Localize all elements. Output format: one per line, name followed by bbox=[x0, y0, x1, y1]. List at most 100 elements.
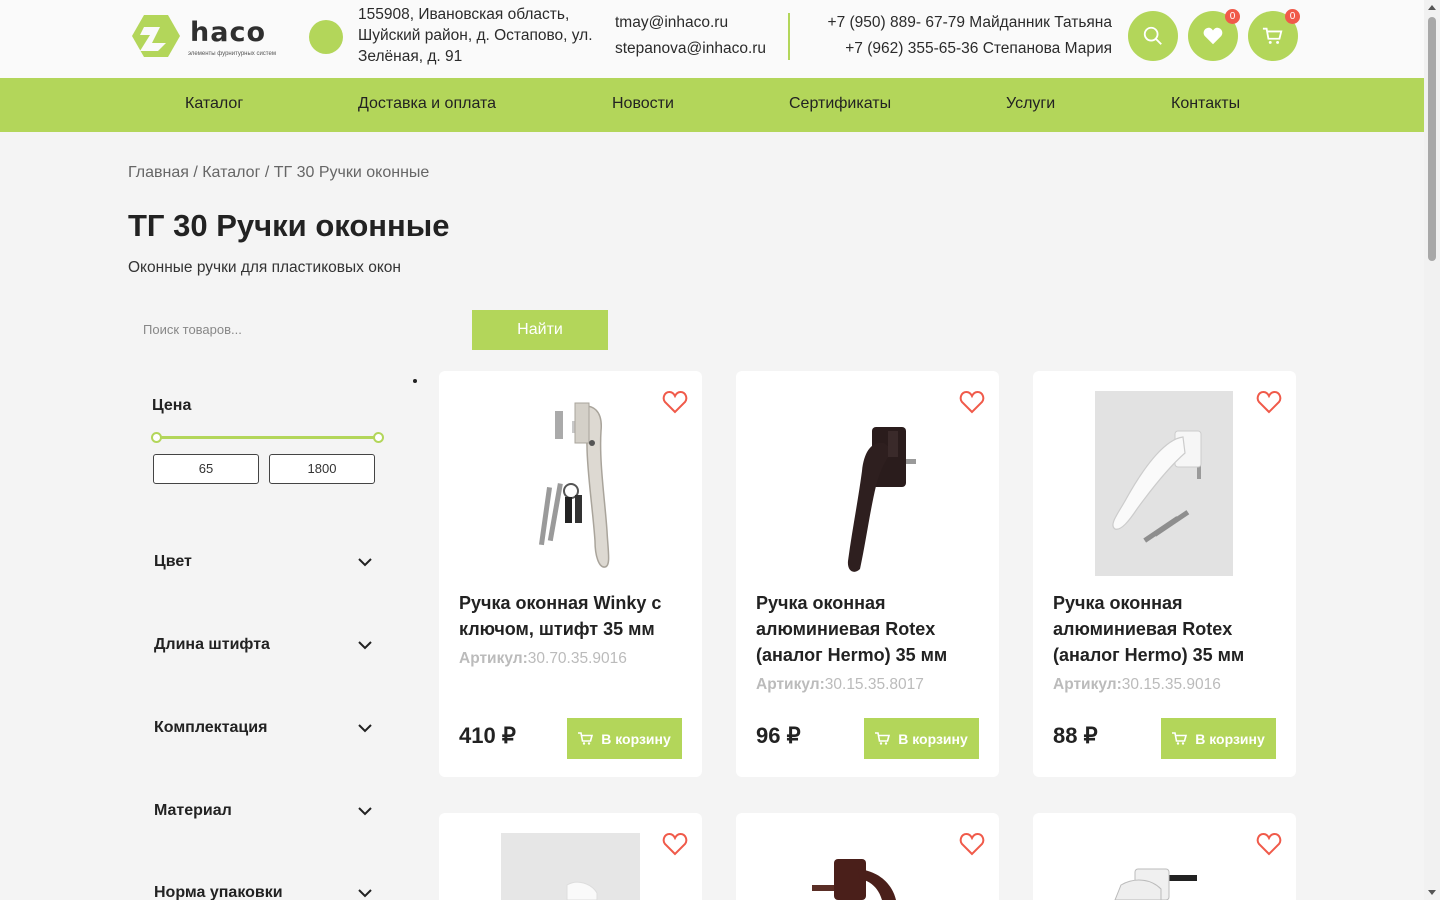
sku-label: Артикул: bbox=[1053, 676, 1122, 693]
add-to-cart-button[interactable]: В корзину bbox=[1161, 718, 1276, 759]
phones: +7 (950) 889- 67-79 Майданник Татьяна +7… bbox=[828, 10, 1112, 62]
product-card[interactable] bbox=[439, 813, 702, 900]
product-image[interactable] bbox=[501, 833, 640, 900]
chevron-down-icon bbox=[358, 724, 372, 733]
cart-icon bbox=[1172, 732, 1188, 745]
site-header: haco элементы фурнитурных систем 155908,… bbox=[0, 0, 1424, 78]
product-title[interactable]: Ручка оконная алюминиевая Rotex (аналог … bbox=[756, 590, 981, 668]
sku-label: Артикул: bbox=[459, 650, 528, 667]
favorite-heart-icon[interactable] bbox=[1256, 832, 1282, 856]
chevron-down-icon bbox=[358, 889, 372, 898]
price-slider-track[interactable] bbox=[156, 436, 378, 439]
logo-tagline: элементы фурнитурных систем bbox=[188, 51, 276, 57]
email-link[interactable]: tmay@inhaco.ru bbox=[615, 10, 766, 36]
logo-text: haco bbox=[190, 17, 266, 48]
favorite-heart-icon[interactable] bbox=[662, 832, 688, 856]
cart-count-badge: 0 bbox=[1285, 9, 1300, 24]
list-bullet bbox=[413, 379, 417, 383]
scrollbar-thumb[interactable] bbox=[1428, 17, 1436, 261]
favorite-heart-icon[interactable] bbox=[1256, 390, 1282, 414]
filter-label: Комплектация bbox=[154, 719, 268, 736]
product-image[interactable] bbox=[776, 391, 959, 576]
filter-label: Норма упаковки bbox=[154, 884, 283, 900]
favorite-heart-icon[interactable] bbox=[959, 390, 985, 414]
favorites-count-badge: 0 bbox=[1225, 9, 1240, 24]
cart-button[interactable]: 0 bbox=[1248, 9, 1300, 61]
phone-link[interactable]: +7 (950) 889- 67-79 Майданник Татьяна bbox=[828, 10, 1112, 36]
nav-item-news[interactable]: Новости bbox=[612, 95, 674, 113]
page-title: ТГ 30 Ручки оконные bbox=[128, 208, 450, 243]
search-submit-button[interactable]: Найти bbox=[472, 310, 608, 350]
phone-link[interactable]: +7 (962) 355-65-36 Степанова Мария bbox=[828, 36, 1112, 62]
nav-item-contacts[interactable]: Контакты bbox=[1171, 95, 1240, 113]
product-title[interactable]: Ручка оконная Winky с ключом, штифт 35 м… bbox=[459, 590, 684, 642]
price-slider-min-handle[interactable] bbox=[151, 432, 162, 443]
price-slider-max-handle[interactable] bbox=[373, 432, 384, 443]
cart-icon bbox=[578, 732, 594, 745]
sku-value: 30.15.35.8017 bbox=[824, 676, 924, 693]
filter-group-kit[interactable]: Комплектация bbox=[154, 717, 372, 741]
location-icon bbox=[309, 20, 343, 54]
filter-label: Материал bbox=[154, 802, 232, 819]
product-card[interactable]: Ручка оконная алюминиевая Rotex (аналог … bbox=[736, 371, 999, 777]
product-image[interactable] bbox=[479, 391, 662, 576]
filter-label: Цвет bbox=[154, 553, 192, 570]
product-sku: Артикул:30.15.35.9016 bbox=[1053, 676, 1221, 694]
nav-item-catalog[interactable]: Каталог bbox=[185, 95, 243, 113]
scroll-down-arrow-icon[interactable] bbox=[1428, 890, 1436, 895]
email-link[interactable]: stepanova@inhaco.ru bbox=[615, 36, 766, 62]
sku-value: 30.70.35.9016 bbox=[527, 650, 627, 667]
product-card[interactable]: Ручка оконная алюминиевая Rotex (аналог … bbox=[1033, 371, 1296, 777]
breadcrumb[interactable]: Главная / Каталог / ТГ 30 Ручки оконные bbox=[128, 164, 429, 182]
divider bbox=[788, 13, 790, 60]
product-image[interactable] bbox=[1073, 391, 1256, 576]
add-to-cart-label: В корзину bbox=[1195, 730, 1265, 747]
search-input[interactable] bbox=[128, 310, 458, 348]
filter-group-color[interactable]: Цвет bbox=[154, 551, 372, 575]
sku-value: 30.15.35.9016 bbox=[1121, 676, 1221, 693]
nav-item-delivery[interactable]: Доставка и оплата bbox=[358, 95, 496, 113]
product-price: 96 ₽ bbox=[756, 723, 801, 748]
page-subtitle: Оконные ручки для пластиковых окон bbox=[128, 259, 401, 276]
favorites-button[interactable]: 0 bbox=[1188, 9, 1240, 61]
filter-group-pin-length[interactable]: Длина штифта bbox=[154, 634, 372, 658]
price-max-input[interactable]: 1800 bbox=[269, 454, 375, 484]
product-price: 88 ₽ bbox=[1053, 723, 1098, 748]
add-to-cart-button[interactable]: В корзину bbox=[864, 718, 979, 759]
scroll-up-arrow-icon[interactable] bbox=[1428, 5, 1436, 10]
favorite-heart-icon[interactable] bbox=[662, 390, 688, 414]
logo[interactable]: haco элементы фурнитурных систем bbox=[130, 13, 286, 59]
heart-icon bbox=[1203, 27, 1223, 45]
add-to-cart-label: В корзину bbox=[601, 730, 671, 747]
cart-icon bbox=[875, 732, 891, 745]
product-sku: Артикул:30.70.35.9016 bbox=[459, 650, 627, 668]
add-to-cart-button[interactable]: В корзину bbox=[567, 718, 682, 759]
emails: tmay@inhaco.ru stepanova@inhaco.ru bbox=[615, 10, 766, 62]
sku-label: Артикул: bbox=[756, 676, 825, 693]
cart-icon bbox=[1262, 27, 1283, 44]
search-button[interactable] bbox=[1128, 11, 1178, 61]
filter-label: Длина штифта bbox=[154, 636, 270, 653]
chevron-down-icon bbox=[358, 641, 372, 650]
logo-mark-icon bbox=[132, 15, 180, 57]
add-to-cart-label: В корзину bbox=[898, 730, 968, 747]
product-image[interactable] bbox=[798, 853, 937, 900]
favorite-heart-icon[interactable] bbox=[959, 832, 985, 856]
page: haco элементы фурнитурных систем 155908,… bbox=[0, 0, 1440, 900]
product-title[interactable]: Ручка оконная алюминиевая Rotex (аналог … bbox=[1053, 590, 1278, 668]
page-scrollbar[interactable] bbox=[1424, 0, 1440, 900]
product-card[interactable] bbox=[1033, 813, 1296, 900]
address: 155908, Ивановская область, Шуйский райо… bbox=[358, 6, 593, 65]
product-image[interactable] bbox=[1095, 859, 1234, 900]
product-card[interactable] bbox=[736, 813, 999, 900]
price-min-input[interactable]: 65 bbox=[153, 454, 259, 484]
nav-item-certificates[interactable]: Сертификаты bbox=[789, 95, 891, 113]
filter-group-material[interactable]: Материал bbox=[154, 800, 372, 824]
search-icon bbox=[1143, 26, 1162, 45]
filter-group-packaging[interactable]: Норма упаковки bbox=[154, 882, 372, 900]
main-nav: Каталог Доставка и оплата Новости Сертиф… bbox=[0, 78, 1424, 132]
product-sku: Артикул:30.15.35.8017 bbox=[756, 676, 924, 694]
product-card[interactable]: Ручка оконная Winky с ключом, штифт 35 м… bbox=[439, 371, 702, 777]
nav-item-services[interactable]: Услуги bbox=[1006, 95, 1055, 113]
chevron-down-icon bbox=[358, 807, 372, 816]
